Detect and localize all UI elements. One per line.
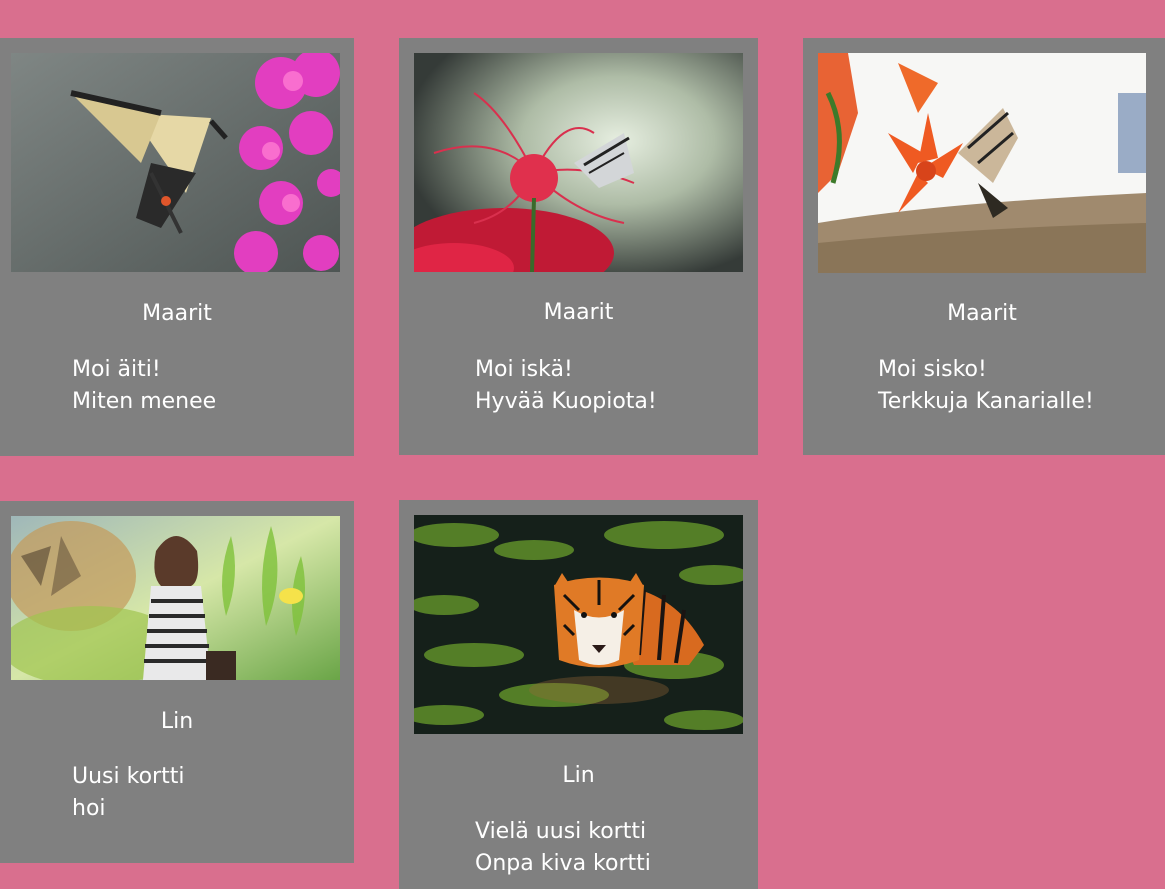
- card-message-line: Uusi kortti: [72, 764, 185, 789]
- card-message-line: Moi iskä!: [475, 357, 573, 382]
- card-message-line: Miten menee: [72, 389, 217, 414]
- card-image: [414, 53, 743, 272]
- card-image: [818, 53, 1146, 273]
- card-sender: Maarit: [543, 300, 614, 325]
- card-message-line: Hyvää Kuopiota!: [475, 389, 657, 414]
- card-message: Moi sisko! Terkkuja Kanarialle!: [878, 354, 1094, 418]
- card-message-line: hoi: [72, 796, 106, 821]
- card[interactable]: Lin Vielä uusi kortti Onpa kiva kortti: [399, 500, 758, 889]
- card-image: [11, 53, 340, 272]
- card-sender: Maarit: [947, 301, 1017, 326]
- card-image: [11, 516, 340, 680]
- card-sender: Lin: [160, 709, 194, 734]
- card-message-line: Moi sisko!: [878, 357, 987, 382]
- card-message-line: Moi äiti!: [72, 357, 161, 382]
- card-sender: Lin: [562, 763, 595, 788]
- card-message: Moi äiti! Miten menee: [72, 354, 216, 418]
- card[interactable]: Lin Uusi kortti hoi: [0, 501, 354, 863]
- card-message-line: Onpa kiva kortti: [475, 851, 651, 876]
- card-sender: Maarit: [142, 301, 212, 326]
- card[interactable]: Maarit Moi sisko! Terkkuja Kanarialle!: [803, 38, 1165, 455]
- card-message: Uusi kortti hoi: [72, 761, 184, 825]
- card-message: Moi iskä! Hyvää Kuopiota!: [475, 354, 657, 418]
- card[interactable]: Maarit Moi iskä! Hyvää Kuopiota!: [399, 38, 758, 455]
- card-message-line: Terkkuja Kanarialle!: [878, 389, 1094, 414]
- card-message: Vielä uusi kortti Onpa kiva kortti: [475, 816, 651, 880]
- card-message-line: Vielä uusi kortti: [475, 819, 647, 844]
- card[interactable]: Maarit Moi äiti! Miten menee: [0, 38, 354, 456]
- card-image: [414, 515, 743, 734]
